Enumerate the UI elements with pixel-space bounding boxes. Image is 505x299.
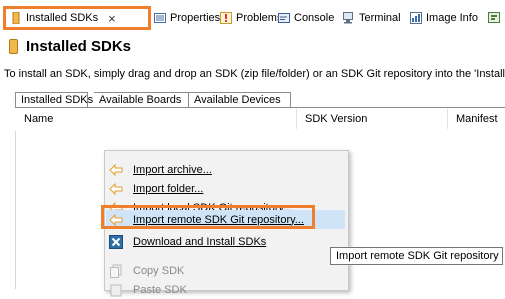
column-header-sdk-version[interactable]: SDK Version <box>305 113 367 125</box>
menu-item-import-folder[interactable]: Import folder... <box>106 179 345 198</box>
page-title-text: Installed SDKs <box>26 38 132 55</box>
sdk-icon <box>10 11 22 25</box>
subtab-available-boards[interactable]: Available Boards <box>94 92 189 107</box>
column-header-manifest[interactable]: Manifest <box>456 113 498 125</box>
column-separator[interactable] <box>447 109 448 129</box>
view-tab-bar: Installed SDKs × Properties Problems Con… <box>0 0 505 36</box>
tab-properties[interactable]: Properties <box>154 8 220 28</box>
instructions-text: To install an SDK, simply drag and drop … <box>4 68 505 80</box>
problems-icon <box>220 12 232 24</box>
highlight-annotation-box <box>101 205 315 229</box>
page-title: Installed SDKs <box>9 38 131 55</box>
tab-properties-label: Properties <box>170 12 221 24</box>
subtab-installed-sdks[interactable]: Installed SDKs <box>15 92 93 107</box>
terminal-icon <box>343 12 355 24</box>
column-separator[interactable] <box>296 109 297 129</box>
tab-console[interactable]: Console <box>278 8 334 28</box>
sdk-icon <box>9 39 18 54</box>
tab-console-label: Console <box>294 12 335 24</box>
download-x-icon <box>108 234 124 250</box>
tab-installed-sdks-label: Installed SDKs <box>26 12 99 24</box>
overflow-tab-icon[interactable] <box>488 8 502 28</box>
tab-image-info-label: Image Info <box>426 12 478 24</box>
arrow-left-icon <box>108 181 124 197</box>
arrow-left-icon <box>108 162 124 178</box>
paste-icon <box>108 282 124 298</box>
menu-item-copy-sdk[interactable]: Copy SDK <box>106 261 345 280</box>
subtab-divider <box>15 107 505 108</box>
tab-terminal-label: Terminal <box>359 12 401 24</box>
tab-problems-label: Problems <box>236 12 283 24</box>
copy-icon <box>108 263 124 279</box>
console-icon <box>278 12 290 24</box>
menu-item-paste-sdk[interactable]: Paste SDK <box>106 280 345 299</box>
tooltip: Import remote SDK Git repository <box>330 247 503 265</box>
tab-installed-sdks[interactable]: Installed SDKs × <box>3 6 151 30</box>
tab-terminal[interactable]: Terminal <box>343 8 401 28</box>
image-info-icon <box>410 12 422 24</box>
menu-item-download-install[interactable]: Download and Install SDKs <box>106 232 345 251</box>
close-icon[interactable]: × <box>108 11 116 26</box>
menu-item-import-archive[interactable]: Import archive... <box>106 160 345 179</box>
tab-image-info[interactable]: Image Info <box>410 8 478 28</box>
tab-problems[interactable]: Problems <box>220 8 282 28</box>
properties-icon <box>154 12 166 24</box>
subtab-available-devices[interactable]: Available Devices <box>189 92 291 107</box>
column-header-name[interactable]: Name <box>24 113 53 125</box>
